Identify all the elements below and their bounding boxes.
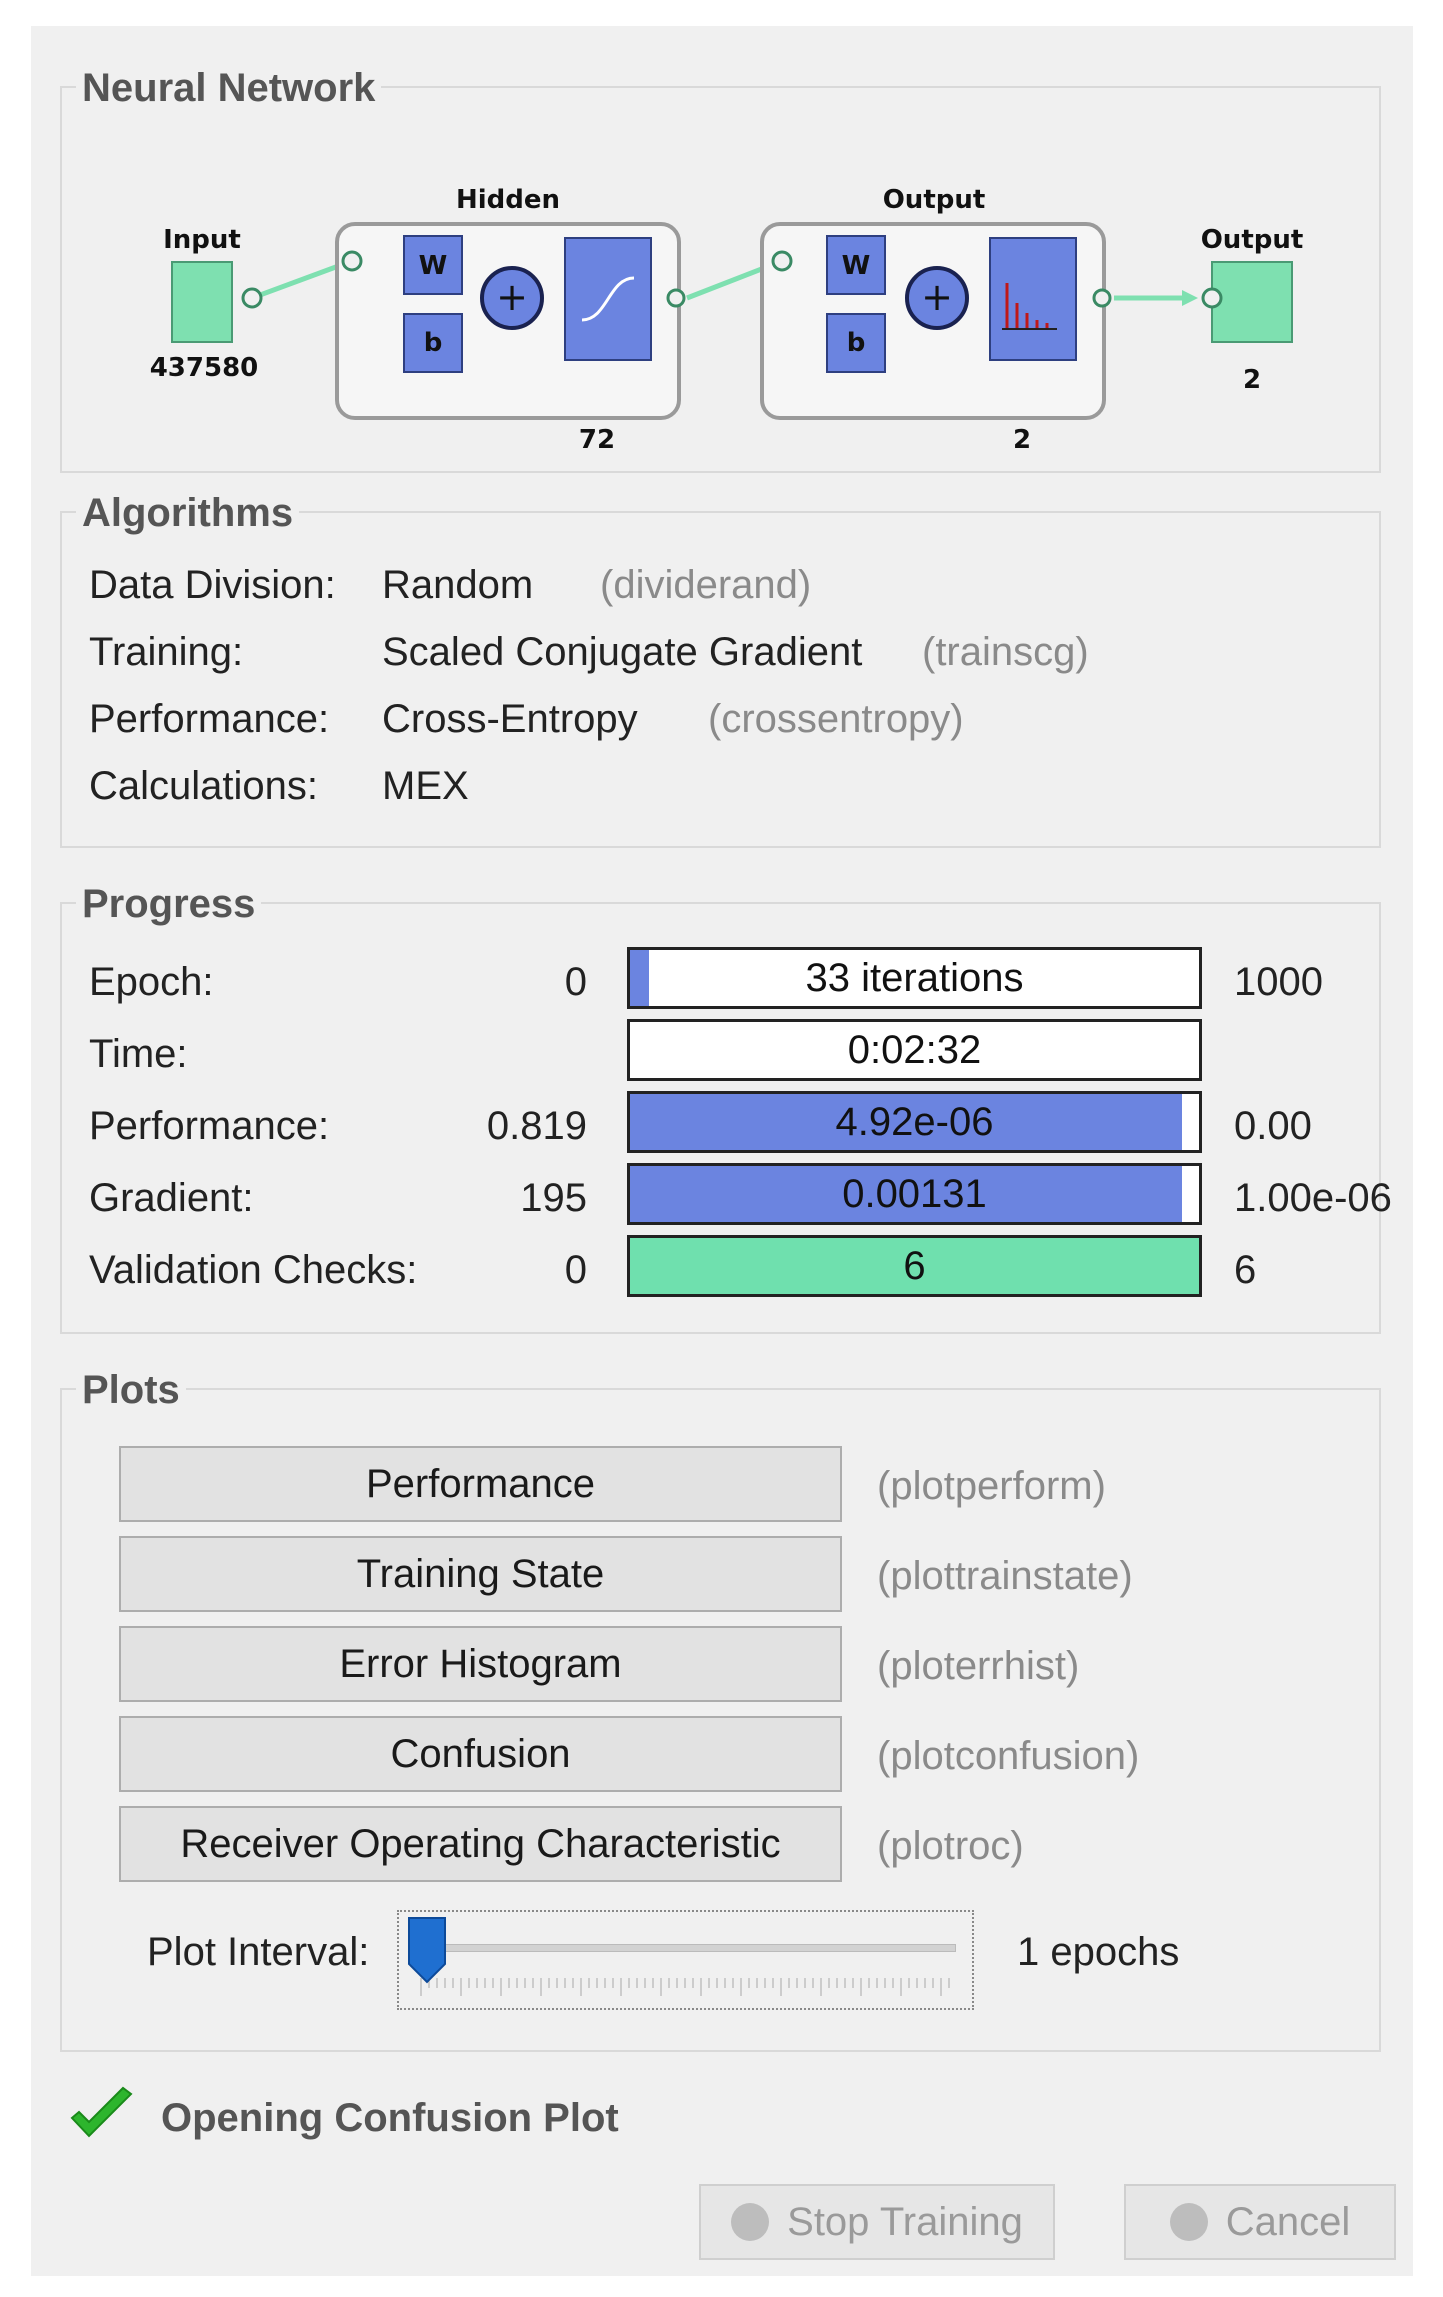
status-text: Opening Confusion Plot: [161, 2096, 619, 2140]
network-diagram: Input 437580 Hidden 72 W b + Output 2 W: [150, 185, 1304, 455]
gradient-progress-bar: 0.00131: [627, 1163, 1202, 1225]
stop-training-button[interactable]: Stop Training: [699, 2184, 1055, 2260]
algorithms-group: Algorithms Data Division: Random (divide…: [60, 491, 1381, 848]
algorithm-label: Performance:: [89, 697, 330, 741]
bar-text: 6: [903, 1243, 926, 1288]
svg-text:b: b: [424, 328, 443, 358]
output-layer-label: Output: [883, 185, 986, 215]
progress-group: Progress Epoch: 0 33 iterations 1000 Tim…: [60, 882, 1392, 1334]
plot-training-state-button[interactable]: Training State: [119, 1536, 842, 1612]
progress-end: 1000: [1234, 960, 1323, 1004]
algorithm-label: Data Division:: [89, 563, 336, 607]
progress-start: 195: [520, 1176, 587, 1220]
checkmark-icon: [70, 2086, 133, 2138]
input-size: 437580: [150, 353, 259, 383]
slider-ticks: [420, 1978, 950, 1996]
hidden-label: Hidden: [456, 185, 560, 215]
output-transfer-block: [989, 237, 1077, 361]
progress-label: Epoch:: [89, 960, 214, 1004]
algorithm-value: Random: [382, 563, 534, 607]
progress-end: 6: [1234, 1248, 1257, 1292]
output-sum-symbol: +: [921, 275, 953, 319]
plot-roc-button[interactable]: Receiver Operating Characteristic: [119, 1806, 842, 1882]
algorithm-label: Training:: [89, 630, 244, 674]
output-layer-size: 2: [1013, 425, 1031, 455]
performance-progress-bar: 4.92e-06: [627, 1091, 1202, 1153]
algorithm-value: Cross-Entropy: [382, 697, 638, 741]
cancel-icon: [1169, 2203, 1208, 2241]
progress-end: 1.00e-06: [1234, 1176, 1392, 1220]
hidden-size: 72: [579, 425, 615, 455]
progress-label: Performance:: [89, 1104, 330, 1148]
plots-group: Plots Performance (plotperform) Training…: [60, 1368, 1381, 2052]
plot-function: (plotperform): [877, 1464, 1106, 1508]
algorithm-value: Scaled Conjugate Gradient: [382, 630, 863, 674]
plot-function: (ploterrhist): [877, 1644, 1080, 1688]
svg-text:W: W: [419, 251, 448, 281]
time-progress-bar: 0:02:32: [627, 1019, 1202, 1081]
neural-network-group: Neural Network Input 437580 Hidden 72 W …: [60, 66, 1381, 473]
plot-error-histogram-button[interactable]: Error Histogram: [119, 1626, 842, 1702]
cancel-button[interactable]: Cancel: [1124, 2184, 1396, 2260]
progress-title: Progress: [76, 882, 262, 926]
plot-interval-value: 1 epochs: [1017, 1930, 1180, 1974]
epoch-progress-bar: 33 iterations: [627, 947, 1202, 1009]
plots-title: Plots: [76, 1368, 186, 1412]
algorithm-function: (trainscg): [922, 630, 1089, 674]
output-node: [1211, 261, 1293, 343]
slider-thumb[interactable]: [407, 1916, 447, 1984]
progress-start: 0.819: [486, 1104, 587, 1148]
stop-icon: [731, 2203, 770, 2241]
output-size: 2: [1243, 365, 1261, 395]
algorithm-value: MEX: [382, 764, 469, 808]
algorithm-function: (crossentropy): [708, 697, 964, 741]
bar-text: 4.92e-06: [835, 1099, 994, 1144]
plot-function: (plotroc): [877, 1824, 1024, 1868]
svg-text:W: W: [842, 251, 871, 281]
plot-performance-button[interactable]: Performance: [119, 1446, 842, 1522]
svg-text:b: b: [847, 328, 866, 358]
cancel-label: Cancel: [1225, 2199, 1351, 2244]
input-node: [171, 261, 233, 343]
plot-interval-slider[interactable]: [397, 1910, 974, 2010]
training-window: Neural Network Input 437580 Hidden 72 W …: [31, 26, 1413, 2276]
progress-end: 0.00: [1234, 1104, 1312, 1148]
plot-interval-label: Plot Interval:: [147, 1930, 370, 1974]
progress-start: 0: [564, 1248, 587, 1292]
input-label: Input: [163, 225, 241, 255]
plot-confusion-button[interactable]: Confusion: [119, 1716, 842, 1792]
stop-training-label: Stop Training: [787, 2199, 1023, 2244]
hidden-sum-symbol: +: [496, 275, 528, 319]
output-label: Output: [1201, 225, 1304, 255]
plot-function: (plottrainstate): [877, 1554, 1133, 1598]
slider-track: [419, 1944, 956, 1952]
progress-label: Time:: [89, 1032, 188, 1076]
bar-text: 33 iterations: [805, 955, 1024, 1000]
progress-start: 0: [564, 960, 587, 1004]
bar-text: 0:02:32: [847, 1027, 982, 1072]
plot-function: (plotconfusion): [877, 1734, 1140, 1778]
progress-label: Gradient:: [89, 1176, 254, 1220]
bar-text: 0.00131: [842, 1171, 987, 1216]
progress-label: Validation Checks:: [89, 1248, 418, 1292]
validation-progress-bar: 6: [627, 1235, 1202, 1297]
algorithm-function: (dividerand): [600, 563, 812, 607]
algorithms-title: Algorithms: [76, 491, 300, 535]
algorithm-label: Calculations:: [89, 764, 319, 808]
